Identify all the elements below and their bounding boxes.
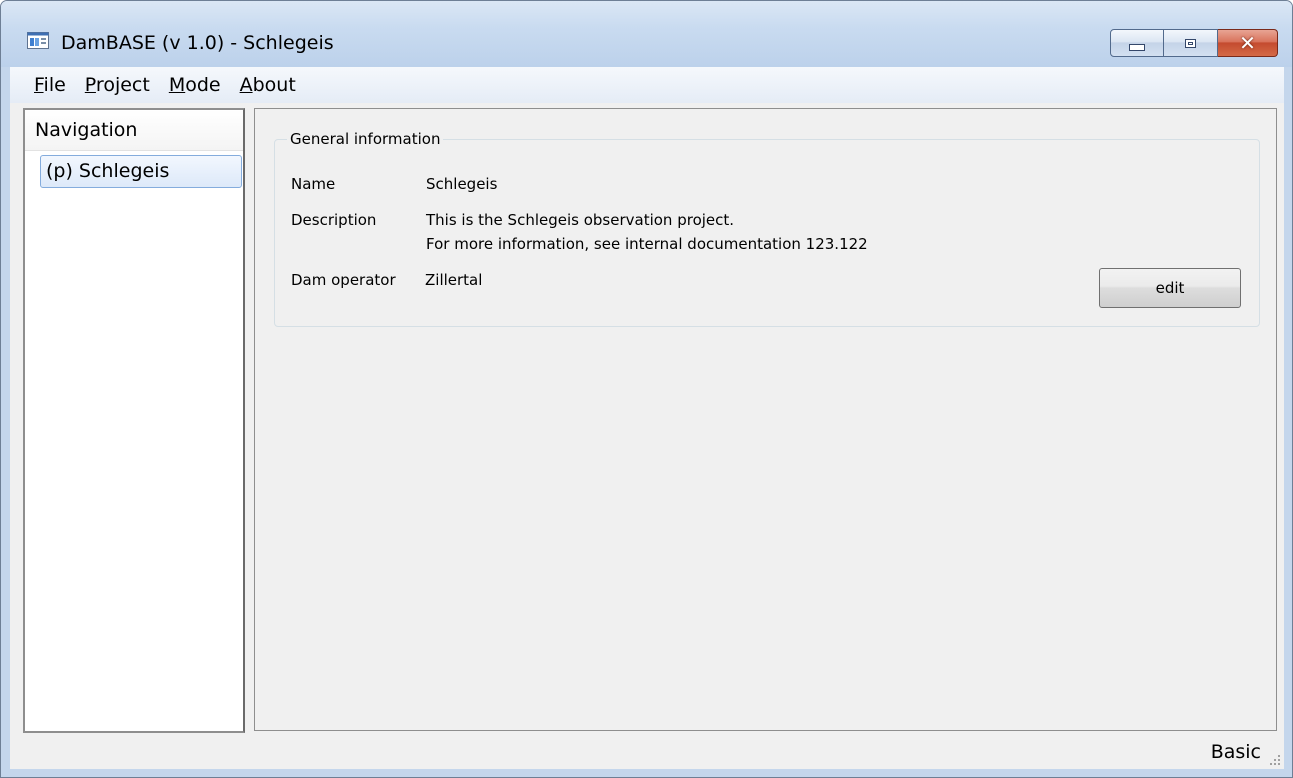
navigation-header: Navigation	[25, 110, 243, 151]
menu-file-label: ile	[43, 74, 66, 96]
description-value-line2: For more information, see internal docum…	[426, 235, 868, 253]
status-bar: Basic	[10, 737, 1284, 769]
menu-mode[interactable]: Mode	[159, 73, 230, 97]
window-controls: ✕	[1110, 29, 1278, 57]
menu-about[interactable]: About	[230, 73, 305, 97]
app-window: DamBASE (v 1.0) - Schlegeis ✕ File Proje…	[0, 0, 1293, 778]
description-label: Description	[291, 211, 377, 229]
navigation-panel: Navigation (p) Schlegeis	[23, 108, 245, 733]
maximize-button[interactable]	[1164, 29, 1218, 57]
menu-file[interactable]: File	[10, 73, 75, 97]
operator-value: Zillertal	[425, 271, 483, 289]
client-area: Navigation (p) Schlegeis General informa…	[10, 103, 1284, 769]
maximize-icon	[1185, 38, 1196, 48]
group-title: General information	[287, 128, 444, 150]
nav-item-schlegeis[interactable]: (p) Schlegeis	[40, 155, 242, 188]
window-title: DamBASE (v 1.0) - Schlegeis	[61, 32, 334, 54]
minimize-icon	[1129, 43, 1145, 51]
menu-mode-mnemonic: M	[168, 74, 186, 96]
menu-file-mnemonic: F	[34, 74, 44, 96]
close-icon: ✕	[1239, 31, 1256, 55]
resize-grip-icon[interactable]	[1269, 754, 1281, 766]
edit-button[interactable]: edit	[1099, 268, 1241, 308]
menu-about-label: bout	[252, 74, 296, 96]
description-value-line1: This is the Schlegeis observation projec…	[426, 211, 735, 229]
menu-bar: File Project Mode About	[10, 67, 1284, 103]
name-value: Schlegeis	[426, 175, 498, 193]
minimize-button[interactable]	[1110, 29, 1164, 57]
menu-project[interactable]: Project	[75, 73, 159, 97]
app-window-icon	[27, 32, 49, 49]
general-information-group: General information Name Schlegeis Descr…	[274, 128, 1260, 327]
close-button[interactable]: ✕	[1218, 29, 1278, 57]
menu-project-label: roject	[95, 74, 150, 96]
operator-label: Dam operator	[291, 271, 396, 289]
details-panel: General information Name Schlegeis Descr…	[254, 108, 1277, 731]
menu-project-mnemonic: P	[84, 74, 96, 96]
status-mode: Basic	[1210, 741, 1261, 763]
name-label: Name	[291, 175, 336, 193]
menu-mode-label: ode	[185, 74, 221, 96]
menu-about-mnemonic: A	[239, 74, 253, 96]
title-bar[interactable]: DamBASE (v 1.0) - Schlegeis ✕	[1, 1, 1292, 67]
